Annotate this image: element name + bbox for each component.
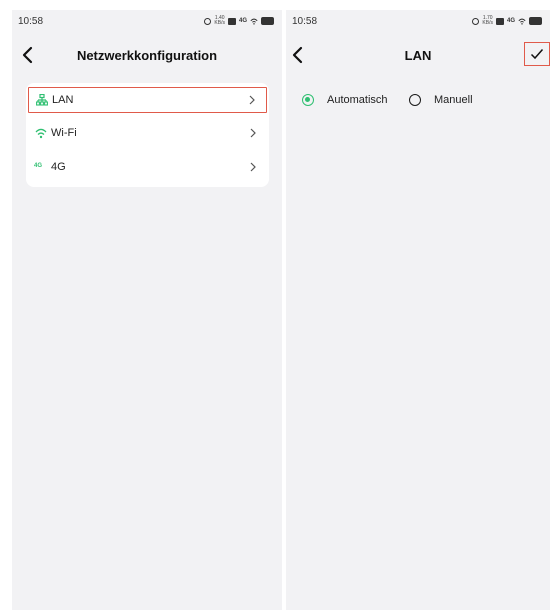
network-config-screen: 10:58 1.40 KB/s 4G Netzwerkkonfiguration… — [12, 10, 282, 610]
battery-icon — [529, 17, 542, 25]
menu-item-label: Wi-Fi — [51, 127, 77, 139]
radio-button-selected[interactable] — [302, 94, 314, 106]
status-bar: 10:58 1.70 KB/s 4G — [286, 10, 550, 34]
checkmark-icon — [530, 49, 544, 60]
radio-label: Automatisch — [327, 94, 388, 106]
confirm-button[interactable] — [524, 42, 550, 66]
status-time: 10:58 — [18, 16, 44, 27]
status-bar: 10:58 1.40 KB/s 4G — [12, 10, 282, 34]
menu-item-lan[interactable]: LAN — [28, 87, 267, 113]
battery-icon — [261, 17, 274, 25]
cellular-4g-icon: 4G — [34, 163, 43, 169]
chevron-right-icon — [250, 128, 256, 138]
alarm-icon — [472, 17, 480, 25]
alarm-icon — [204, 17, 212, 25]
status-icons: 1.70 KB/s 4G — [472, 16, 542, 26]
signal-icon: 4G — [238, 17, 247, 24]
nav-bar: LAN — [286, 40, 550, 70]
radio-option-automatic[interactable]: Automatisch — [302, 91, 388, 109]
chevron-right-icon — [250, 162, 256, 172]
hd-icon — [227, 17, 236, 25]
wifi-status-icon — [518, 18, 526, 25]
status-time: 10:58 — [292, 16, 318, 27]
network-speed: 1.70 KB/s — [482, 15, 493, 26]
menu-item-4g[interactable]: 4G 4G — [28, 155, 267, 181]
status-icons: 1.40 KB/s 4G — [204, 16, 274, 26]
menu-item-wifi[interactable]: Wi-Fi — [28, 121, 267, 147]
wifi-status-icon — [250, 18, 258, 25]
lan-settings-screen: 10:58 1.70 KB/s 4G LAN Automatisch Manue… — [286, 10, 550, 610]
radio-button-unselected[interactable] — [409, 94, 421, 106]
wifi-icon — [35, 128, 47, 139]
network-options-card: LAN Wi-Fi 4G 4G — [26, 83, 269, 187]
menu-item-label: 4G — [51, 161, 66, 173]
signal-icon: 4G — [506, 17, 515, 24]
network-speed: 1.40 KB/s — [214, 15, 225, 26]
chevron-right-icon — [249, 95, 255, 105]
page-title: LAN — [404, 48, 432, 63]
menu-item-label: LAN — [52, 94, 74, 106]
nav-bar: Netzwerkkonfiguration — [12, 40, 282, 70]
radio-label: Manuell — [434, 94, 473, 106]
lan-icon — [36, 94, 48, 106]
hd-icon — [495, 17, 504, 25]
page-title: Netzwerkkonfiguration — [76, 48, 218, 63]
radio-option-manual[interactable]: Manuell — [409, 91, 473, 109]
